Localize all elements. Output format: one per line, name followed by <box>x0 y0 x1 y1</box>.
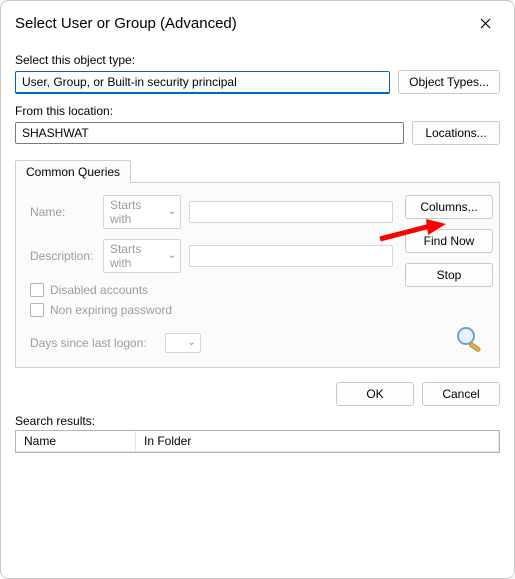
column-in-folder[interactable]: In Folder <box>136 431 499 451</box>
close-button[interactable] <box>466 9 504 37</box>
nonexpiring-row[interactable]: Non expiring password <box>30 303 393 317</box>
tab-common-queries[interactable]: Common Queries <box>15 160 131 183</box>
name-input[interactable] <box>189 201 393 223</box>
description-row: Description: Starts with ⌄ <box>30 239 393 273</box>
location-field[interactable] <box>15 122 404 144</box>
days-row: Days since last logon: ⌄ <box>30 333 393 353</box>
name-mode-value: Starts with <box>103 195 181 229</box>
object-type-label: Select this object type: <box>15 53 500 67</box>
results-grid[interactable]: Name In Folder <box>15 430 500 453</box>
find-now-button[interactable]: Find Now <box>405 229 493 253</box>
stop-button[interactable]: Stop <box>405 263 493 287</box>
description-mode-combo[interactable]: Starts with ⌄ <box>103 239 181 273</box>
locations-button[interactable]: Locations... <box>412 121 500 145</box>
search-icon <box>453 325 485 353</box>
days-combo[interactable]: ⌄ <box>165 333 201 353</box>
bottom-buttons: OK Cancel <box>15 382 500 406</box>
object-type-field[interactable] <box>15 71 390 94</box>
description-mode-value: Starts with <box>103 239 181 273</box>
object-type-row: Object Types... <box>15 70 500 94</box>
side-buttons: Columns... Find Now Stop <box>393 195 485 353</box>
description-input[interactable] <box>189 245 393 267</box>
tab-body: Name: Starts with ⌄ Description: Starts … <box>15 183 500 368</box>
column-name[interactable]: Name <box>16 431 136 451</box>
close-icon <box>480 18 491 29</box>
disabled-accounts-checkbox[interactable] <box>30 283 44 297</box>
description-label: Description: <box>30 249 95 263</box>
nonexpiring-label: Non expiring password <box>50 303 172 317</box>
location-label: From this location: <box>15 104 500 118</box>
nonexpiring-checkbox[interactable] <box>30 303 44 317</box>
results-header: Name In Folder <box>16 431 499 452</box>
disabled-accounts-label: Disabled accounts <box>50 283 148 297</box>
titlebar: Select User or Group (Advanced) <box>1 1 514 47</box>
dialog-content: Select this object type: Object Types...… <box>1 47 514 467</box>
columns-button[interactable]: Columns... <box>405 195 493 219</box>
name-label: Name: <box>30 205 95 219</box>
name-row: Name: Starts with ⌄ <box>30 195 393 229</box>
search-results-label: Search results: <box>15 414 500 428</box>
disabled-accounts-row[interactable]: Disabled accounts <box>30 283 393 297</box>
location-row: Locations... <box>15 121 500 145</box>
tabstrip: Common Queries <box>15 159 500 183</box>
days-label: Days since last logon: <box>30 336 147 350</box>
days-value <box>165 333 201 353</box>
cancel-button[interactable]: Cancel <box>422 382 500 406</box>
dialog-title: Select User or Group (Advanced) <box>15 15 466 32</box>
object-types-button[interactable]: Object Types... <box>398 70 500 94</box>
name-mode-combo[interactable]: Starts with ⌄ <box>103 195 181 229</box>
dialog-window: Select User or Group (Advanced) Select t… <box>0 0 515 579</box>
query-form: Name: Starts with ⌄ Description: Starts … <box>30 195 393 353</box>
ok-button[interactable]: OK <box>336 382 414 406</box>
